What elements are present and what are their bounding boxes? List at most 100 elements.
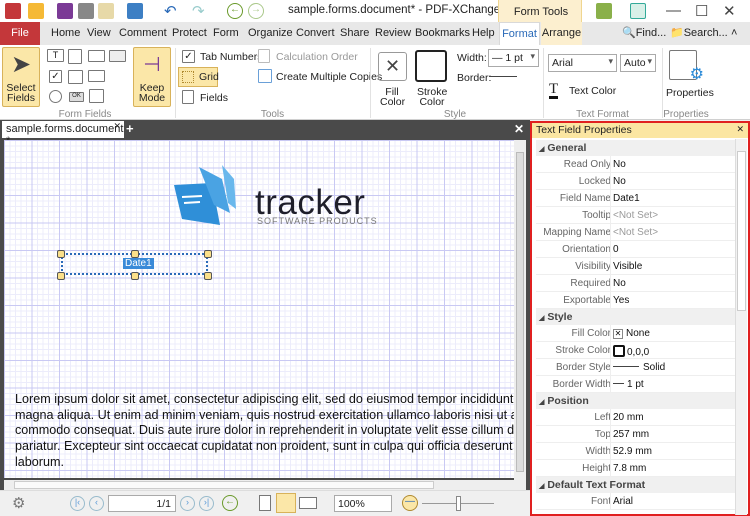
radio-button-icon[interactable] xyxy=(49,90,62,103)
property-row[interactable]: Read Only No xyxy=(536,156,735,173)
section-general[interactable]: ◢ General xyxy=(536,140,735,156)
zoom-out-icon[interactable]: — xyxy=(402,495,418,511)
forward-icon[interactable]: → xyxy=(248,3,264,19)
property-value[interactable]: <Not Set> xyxy=(613,227,658,238)
scroll-thumb[interactable] xyxy=(516,152,524,472)
image-field-icon[interactable] xyxy=(109,50,126,62)
property-value[interactable]: Date1 xyxy=(613,193,640,204)
panel-scrollbar[interactable] xyxy=(735,139,747,515)
tab-home[interactable]: Home xyxy=(51,22,80,45)
property-value[interactable]: 0 xyxy=(613,244,619,255)
facing-pages-icon[interactable] xyxy=(299,497,317,509)
resize-handle[interactable] xyxy=(57,272,65,280)
close-panel-icon[interactable]: ✕ xyxy=(736,124,744,135)
undo-icon[interactable]: ↶ xyxy=(164,2,177,20)
property-row[interactable]: Top 257 mm xyxy=(536,426,735,443)
tab-view[interactable]: View xyxy=(87,22,111,45)
scroll-thumb[interactable] xyxy=(14,481,434,489)
properties-button[interactable]: Properties xyxy=(666,87,714,99)
tab-comment[interactable]: Comment xyxy=(119,22,167,45)
tab-bookmarks[interactable]: Bookmarks xyxy=(415,22,470,45)
open-folder-icon[interactable] xyxy=(28,3,44,19)
combo-box-icon[interactable] xyxy=(68,70,83,84)
resize-handle[interactable] xyxy=(57,250,65,258)
redo-icon[interactable]: ↷ xyxy=(192,2,205,20)
close-document-icon[interactable]: ✕ xyxy=(514,122,524,136)
property-row[interactable]: Left 20 mm xyxy=(536,409,735,426)
property-row[interactable]: Locked No xyxy=(536,173,735,190)
property-row[interactable]: Exportable Yes xyxy=(536,292,735,309)
resize-handle[interactable] xyxy=(131,272,139,280)
vertical-scrollbar[interactable] xyxy=(514,140,526,480)
property-value[interactable]: 52.9 mm xyxy=(613,446,652,457)
document-tab[interactable]: sample.forms.document *✕ xyxy=(2,121,124,147)
select-fields-button[interactable]: ➤ Select Fields xyxy=(2,47,40,107)
previous-view-icon[interactable]: ← xyxy=(222,495,238,511)
horizontal-scrollbar[interactable] xyxy=(4,480,526,490)
push-button-icon[interactable]: OK xyxy=(69,92,84,102)
tab-file[interactable]: File xyxy=(0,22,40,45)
property-row[interactable]: Border Style Solid xyxy=(536,359,735,376)
property-value[interactable]: Yes xyxy=(613,295,629,306)
create-multiple-copies-button[interactable]: Create Multiple Copies xyxy=(276,71,382,83)
save-icon[interactable] xyxy=(57,3,73,19)
text-field-icon[interactable]: T xyxy=(47,49,64,62)
date-field-icon[interactable] xyxy=(89,89,104,103)
barcode-field-icon[interactable] xyxy=(88,70,105,82)
property-row[interactable]: Font Arial xyxy=(536,493,735,510)
property-row[interactable]: Tooltip <Not Set> xyxy=(536,207,735,224)
pdf-page[interactable]: tracker SOFTWARE PRODUCTS Date1 Lorem ip… xyxy=(4,140,514,478)
property-value[interactable]: No xyxy=(613,176,626,187)
property-row[interactable]: Mapping Name <Not Set> xyxy=(536,224,735,241)
single-page-icon[interactable] xyxy=(259,495,271,511)
collapse-triangle-icon[interactable]: ◢ xyxy=(539,399,544,406)
zoom-dropdown[interactable]: 100% xyxy=(334,495,392,512)
next-page-icon[interactable]: › xyxy=(180,496,195,511)
border-style-dropdown[interactable] xyxy=(489,76,517,77)
fill-color-x-icon[interactable]: ✕ xyxy=(378,52,407,81)
email-icon[interactable] xyxy=(98,3,114,19)
minimize-button[interactable]: — xyxy=(666,2,681,19)
section-default-text-format[interactable]: ◢ Default Text Format xyxy=(536,477,735,493)
stroke-color-swatch-icon[interactable] xyxy=(415,50,447,82)
list-box-icon[interactable] xyxy=(68,49,82,64)
property-value[interactable]: No xyxy=(613,159,626,170)
tab-review[interactable]: Review xyxy=(375,22,411,45)
property-row[interactable]: Fill Color ✕ None xyxy=(536,325,735,342)
property-value[interactable]: 0,0,0 xyxy=(613,345,649,358)
tab-share[interactable]: Share xyxy=(340,22,369,45)
new-tab-icon[interactable]: + xyxy=(126,121,138,137)
calculation-order-button[interactable]: Calculation Order xyxy=(276,51,358,63)
section-style[interactable]: ◢ Style xyxy=(536,309,735,325)
property-row[interactable]: Field Name Date1 xyxy=(536,190,735,207)
property-value[interactable]: <Not Set> xyxy=(613,210,658,221)
fullscreen-icon[interactable] xyxy=(630,3,646,19)
maximize-button[interactable]: ☐ xyxy=(695,2,708,20)
width-dropdown[interactable]: — 1 pt xyxy=(488,49,539,67)
close-button[interactable]: ✕ xyxy=(723,2,736,20)
property-value[interactable]: 7.8 mm xyxy=(613,463,646,474)
page-number-input[interactable]: 1/1 xyxy=(108,495,176,512)
resize-handle[interactable] xyxy=(204,250,212,258)
keep-mode-button[interactable]: ⊣ Keep Mode xyxy=(133,47,171,107)
property-row[interactable]: Width 52.9 mm xyxy=(536,443,735,460)
property-value[interactable]: No xyxy=(613,278,626,289)
property-value[interactable]: Solid xyxy=(613,362,665,373)
tab-form[interactable]: Form xyxy=(213,22,239,45)
text-color-button[interactable]: Text Color xyxy=(569,85,616,97)
close-tab-icon[interactable]: ✕ xyxy=(113,121,121,132)
property-value[interactable]: Visible xyxy=(613,261,642,272)
tab-organize[interactable]: Organize xyxy=(248,22,293,45)
settings-gear-icon[interactable]: ⚙ xyxy=(12,494,25,512)
ui-options-icon[interactable] xyxy=(596,3,612,19)
property-value[interactable]: 257 mm xyxy=(613,429,649,440)
property-value[interactable]: 20 mm xyxy=(613,412,644,423)
collapse-ribbon-icon[interactable]: ˄ xyxy=(731,22,737,45)
collapse-triangle-icon[interactable]: ◢ xyxy=(539,315,544,322)
tab-numbers-button[interactable]: Tab Numbers xyxy=(200,51,262,63)
collapse-triangle-icon[interactable]: ◢ xyxy=(539,483,544,490)
signature-field-icon[interactable] xyxy=(88,50,105,62)
property-row[interactable]: Visibility Visible xyxy=(536,258,735,275)
first-page-icon[interactable]: |‹ xyxy=(70,496,85,511)
tab-help[interactable]: Help xyxy=(472,22,495,45)
